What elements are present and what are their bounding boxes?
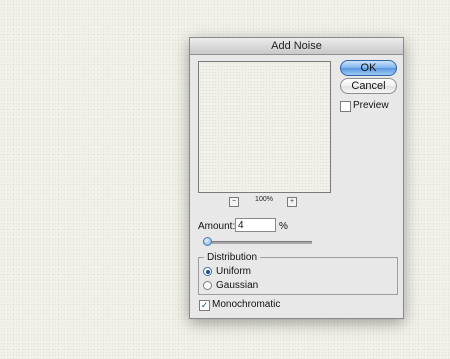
preview-checkbox[interactable] xyxy=(340,101,351,112)
monochromatic-label: Monochromatic xyxy=(212,299,281,310)
radio-selected-dot xyxy=(205,269,210,274)
amount-slider-track[interactable] xyxy=(203,241,312,244)
percent-unit: % xyxy=(279,221,288,232)
minus-icon: − xyxy=(231,198,237,205)
preview-label: Preview xyxy=(353,100,389,111)
gaussian-label: Gaussian xyxy=(216,280,259,291)
amount-input[interactable] xyxy=(235,218,276,232)
uniform-label: Uniform xyxy=(216,266,252,277)
noise-preview[interactable] xyxy=(198,61,331,193)
amount-label: Amount: xyxy=(198,221,236,232)
monochromatic-checkbox[interactable]: ✓ xyxy=(199,300,210,311)
checkmark-icon: ✓ xyxy=(200,300,209,310)
ok-button[interactable]: OK xyxy=(340,60,397,76)
gaussian-radio[interactable] xyxy=(203,281,212,290)
zoom-in-button[interactable]: + xyxy=(287,197,297,207)
plus-icon: + xyxy=(289,198,295,205)
dialog-title[interactable]: Add Noise xyxy=(190,38,403,55)
zoom-level: 100% xyxy=(255,196,273,203)
distribution-label: Distribution xyxy=(204,252,261,263)
amount-slider-thumb[interactable] xyxy=(202,237,212,246)
zoom-out-button[interactable]: − xyxy=(229,197,239,207)
add-noise-dialog: Add Noise − 100% + OK Cancel Preview Amo… xyxy=(189,37,404,319)
cancel-button[interactable]: Cancel xyxy=(340,78,397,94)
uniform-radio[interactable] xyxy=(203,267,212,276)
